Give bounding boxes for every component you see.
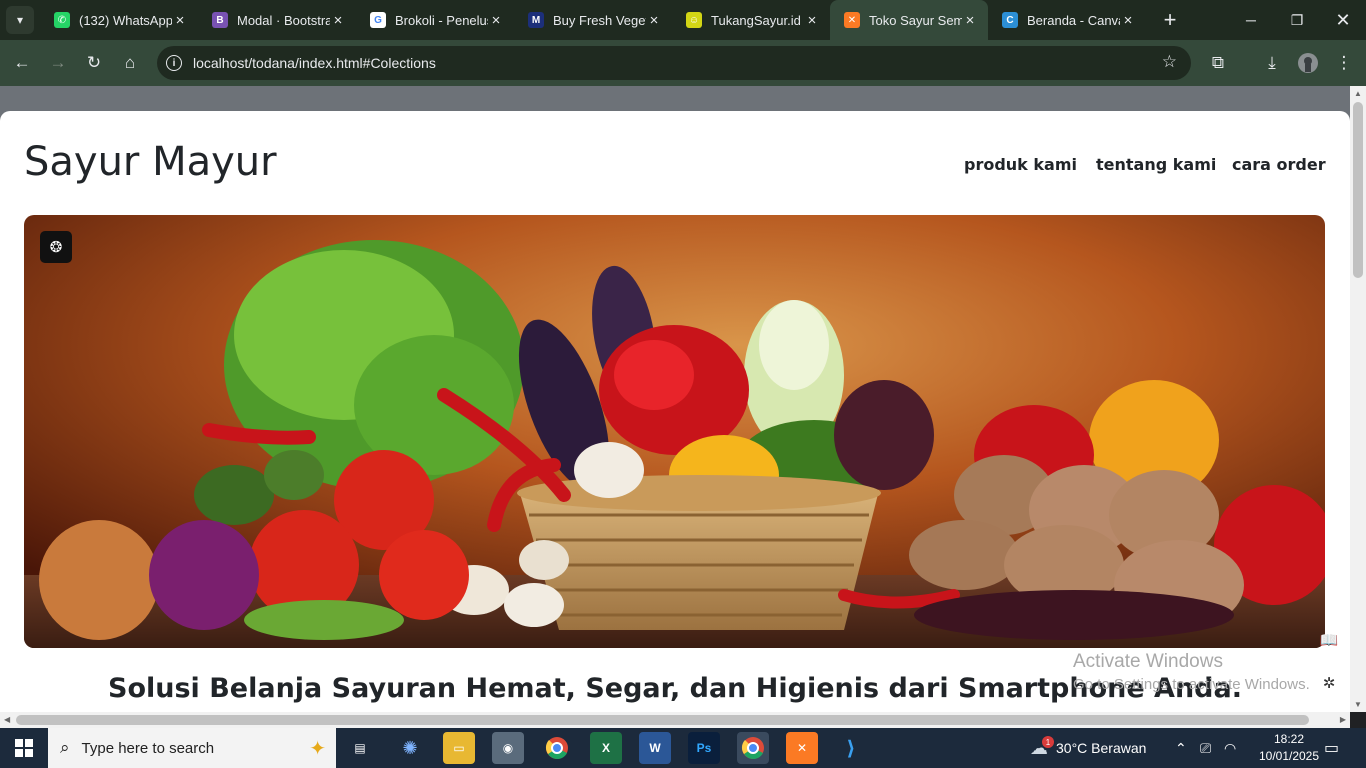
windows-taskbar: ⌕ Type here to search ✦ ▤ ✺ ▭ ◉ X W Ps ✕… bbox=[0, 728, 1366, 768]
whatsapp-icon: ✆ bbox=[54, 12, 70, 28]
reload-button[interactable]: ↻ bbox=[78, 47, 110, 79]
close-window-button[interactable]: ✕ bbox=[1320, 0, 1366, 40]
browser-tab[interactable]: G Brokoli - Penelusuran× bbox=[356, 0, 514, 40]
chrome-icon[interactable] bbox=[541, 732, 573, 764]
browser-toolbar: ← → ↻ ⌂ i localhost/todana/index.html#Co… bbox=[0, 40, 1366, 86]
word-icon[interactable]: W bbox=[639, 732, 671, 764]
tab-title: Beranda - Canva bbox=[1027, 12, 1120, 28]
activate-windows-subtitle: Go to Settings to activate Windows. bbox=[1073, 676, 1310, 693]
network-icon[interactable]: ⎚ bbox=[1200, 728, 1211, 768]
tukangsayur-icon: ☺ bbox=[686, 12, 702, 28]
horizontal-scrollbar-thumb[interactable] bbox=[16, 715, 1309, 725]
horizontal-scrollbar[interactable]: ◀ ▶ bbox=[0, 712, 1350, 728]
vscode-icon[interactable]: ⟩ bbox=[835, 732, 867, 764]
tabs-container: ✆ (132) WhatsApp × B Modal · Bootstrap × G Brok… bbox=[40, 0, 1146, 40]
weather-badge: 1 bbox=[1042, 736, 1054, 748]
vertical-scrollbar[interactable]: ▲ ▼ bbox=[1350, 86, 1366, 712]
tab-close-icon[interactable]: × bbox=[962, 12, 978, 29]
address-bar[interactable]: i localhost/todana/index.html#Colections… bbox=[157, 46, 1191, 80]
start-button[interactable] bbox=[0, 728, 48, 768]
hero-vegetables-image: ❂ bbox=[24, 215, 1325, 648]
tab-title: (132) WhatsApp bbox=[79, 12, 172, 28]
address-url[interactable]: localhost/todana/index.html#Colections bbox=[193, 55, 436, 71]
tab-close-icon[interactable]: × bbox=[646, 12, 662, 29]
weather-text: 30°C Berawan bbox=[1056, 740, 1147, 756]
reader-mode-icon[interactable]: 📖 bbox=[1316, 627, 1342, 653]
search-icon: ⌕ bbox=[60, 738, 70, 757]
site-info-icon[interactable]: i bbox=[166, 55, 182, 71]
activate-windows-title: Activate Windows bbox=[1073, 651, 1223, 672]
browser-tab[interactable]: M Buy Fresh Vegetables× bbox=[514, 0, 672, 40]
browser-tab[interactable]: ✕ Toko Sayur Semarang× bbox=[830, 0, 988, 40]
nav-link-tentang[interactable]: tentang kami bbox=[1096, 155, 1216, 174]
bootstrap-icon: B bbox=[212, 12, 228, 28]
extensions-icon[interactable]: ⧉ bbox=[1202, 47, 1234, 79]
task-view-icon[interactable]: ▤ bbox=[344, 732, 376, 764]
nav-link-cara-order[interactable]: cara order bbox=[1232, 155, 1326, 174]
tab-close-icon[interactable]: × bbox=[172, 12, 188, 29]
tab-close-icon[interactable]: × bbox=[1120, 12, 1136, 29]
clock-time: 18:22 bbox=[1273, 732, 1305, 746]
tab-title: Modal · Bootstrap bbox=[237, 12, 330, 28]
tab-title: Toko Sayur Semarang bbox=[869, 12, 962, 28]
windows-logo-icon bbox=[15, 739, 33, 757]
file-explorer-icon[interactable]: ▭ bbox=[443, 732, 475, 764]
tab-close-icon[interactable]: × bbox=[804, 12, 820, 29]
tab-strip: ▾ ✆ (132) WhatsApp × B Modal · Bootstrap × G Br… bbox=[0, 0, 1366, 40]
nav-link-produk[interactable]: produk kami bbox=[964, 155, 1077, 174]
browser-tab[interactable]: B Modal · Bootstrap × bbox=[198, 0, 356, 40]
tab-close-icon[interactable]: × bbox=[488, 12, 504, 29]
google-icon: G bbox=[370, 12, 386, 28]
copilot-app-icon[interactable]: ✺ bbox=[394, 732, 426, 764]
download-icon[interactable]: ⤓ bbox=[1256, 47, 1288, 79]
forward-button[interactable]: → bbox=[42, 47, 74, 79]
profile-avatar[interactable] bbox=[1292, 47, 1324, 79]
tab-title: Buy Fresh Vegetables bbox=[553, 12, 646, 28]
browser-tab[interactable]: C Beranda - Canva × bbox=[988, 0, 1146, 40]
m-logo-icon: M bbox=[528, 12, 544, 28]
tab-title: TukangSayur.id bbox=[711, 12, 801, 28]
new-tab-button[interactable]: + bbox=[1156, 6, 1184, 34]
notifications-icon[interactable]: ▭ bbox=[1324, 728, 1339, 768]
clock-date: 10/01/2025 bbox=[1258, 749, 1320, 763]
tab-title: Brokoli - Penelusuran bbox=[395, 12, 488, 28]
image-overlay-icon[interactable]: ❂ bbox=[40, 231, 72, 263]
brand-title[interactable]: Sayur Mayur bbox=[24, 139, 277, 185]
browser-tab[interactable]: ✆ (132) WhatsApp × bbox=[40, 0, 198, 40]
taskbar-search-box[interactable]: ⌕ Type here to search ✦ bbox=[48, 728, 336, 768]
bookmark-star-icon[interactable]: ☆ bbox=[1162, 52, 1177, 72]
minimize-button[interactable]: ─ bbox=[1228, 0, 1274, 40]
back-button[interactable]: ← bbox=[6, 47, 38, 79]
restore-button[interactable]: ❐ bbox=[1274, 0, 1320, 40]
vertical-scrollbar-thumb[interactable] bbox=[1353, 102, 1363, 278]
chrome-active-icon[interactable] bbox=[737, 732, 769, 764]
search-highlight-icon: ✦ bbox=[309, 737, 326, 760]
xampp-icon[interactable]: ✕ bbox=[786, 732, 818, 764]
tab-search-button[interactable]: ▾ bbox=[6, 6, 34, 34]
browser-menu-icon[interactable]: ⋮ bbox=[1328, 47, 1360, 79]
camera-app-icon[interactable]: ◉ bbox=[492, 732, 524, 764]
photoshop-icon[interactable]: Ps bbox=[688, 732, 720, 764]
browser-tab[interactable]: ☺ TukangSayur.id × bbox=[672, 0, 830, 40]
wifi-icon[interactable]: ◠ bbox=[1224, 728, 1236, 768]
home-button[interactable]: ⌂ bbox=[114, 47, 146, 79]
taskbar-search-placeholder: Type here to search bbox=[81, 739, 215, 757]
system-clock[interactable]: 18:22 10/01/2025 bbox=[1258, 731, 1320, 765]
canva-icon: C bbox=[1002, 12, 1018, 28]
copilot-icon[interactable]: ✲ bbox=[1316, 670, 1342, 696]
xampp-icon: ✕ bbox=[844, 12, 860, 28]
page-viewport: Sayur Mayur produk kami tentang kami car… bbox=[0, 86, 1350, 712]
tab-close-icon[interactable]: × bbox=[330, 12, 346, 29]
tray-chevron-icon[interactable]: ⌃ bbox=[1175, 728, 1187, 768]
weather-widget[interactable]: ☁ 30°C Berawan bbox=[1030, 728, 1146, 768]
page-card: Sayur Mayur produk kami tentang kami car… bbox=[0, 111, 1350, 712]
excel-icon[interactable]: X bbox=[590, 732, 622, 764]
